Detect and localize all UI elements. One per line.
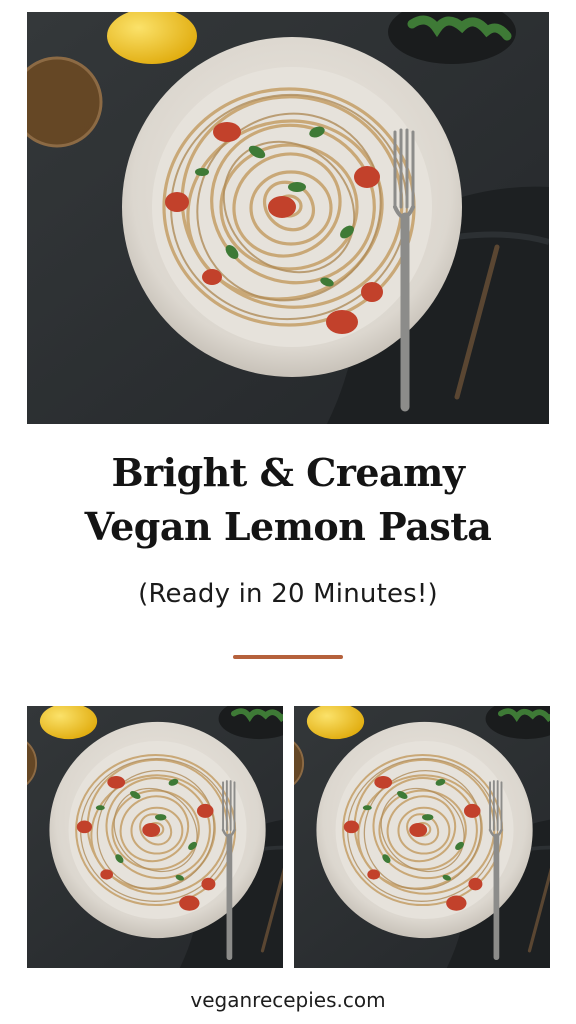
- recipe-title: Bright & Creamy Vegan Lemon Pasta: [0, 446, 576, 554]
- accent-divider: [233, 655, 343, 659]
- recipe-subtitle: (Ready in 20 Minutes!): [138, 579, 438, 609]
- title-line-1: Bright & Creamy: [111, 450, 465, 495]
- thumbnail-pasta-image-right: [294, 706, 550, 968]
- title-line-2: Vegan Lemon Pasta: [84, 504, 492, 549]
- hero-pasta-image: [27, 12, 549, 424]
- website-link[interactable]: veganrecepies.com: [0, 988, 576, 1012]
- thumbnail-pasta-image-left: [27, 706, 283, 968]
